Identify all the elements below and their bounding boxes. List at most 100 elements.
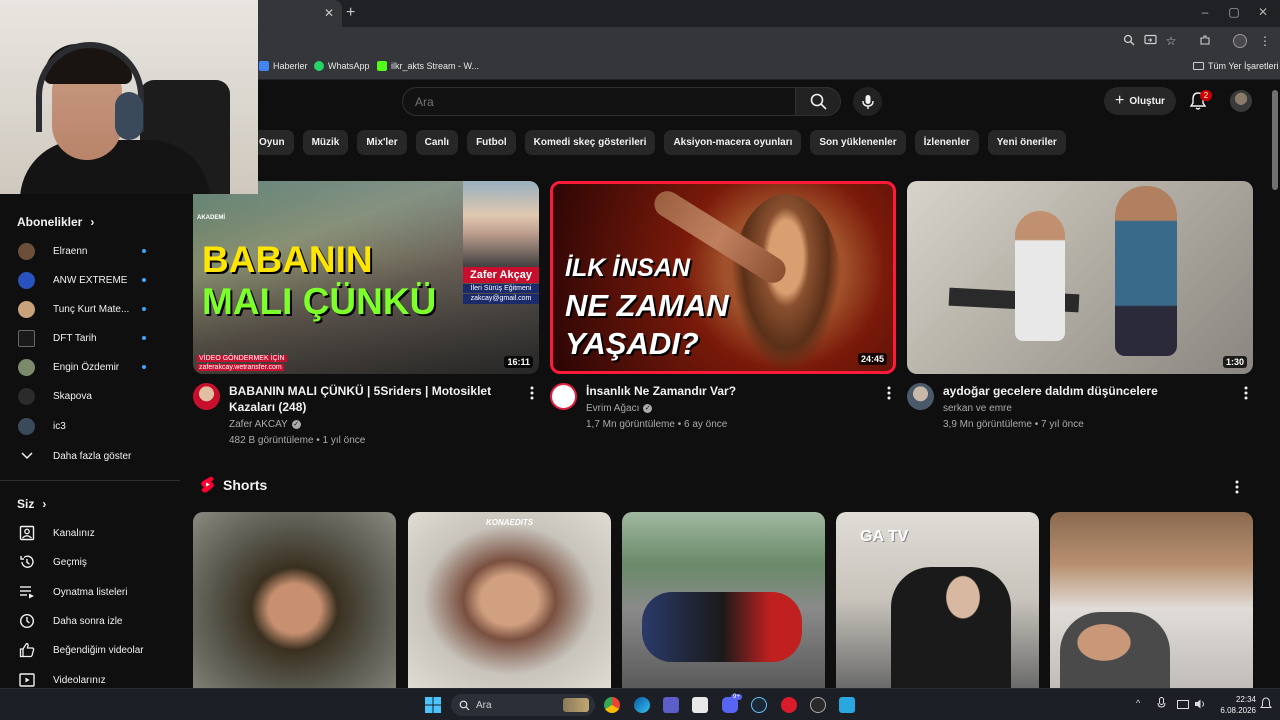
more-options-icon[interactable]	[1239, 385, 1253, 401]
video-title[interactable]: İnsanlık Ne Zamandır Var?	[586, 383, 876, 399]
search-button[interactable]	[795, 87, 841, 116]
riot-icon[interactable]	[781, 697, 797, 713]
chip-son-yuklenenler[interactable]: Son yüklenenler	[810, 130, 906, 155]
browser-menu-icon[interactable]: ⋮	[1257, 34, 1273, 48]
more-options-icon[interactable]	[525, 385, 539, 401]
channel-name[interactable]: Zafer AKCAY ✓	[229, 419, 301, 430]
app-f-icon[interactable]	[839, 697, 855, 713]
chevron-right-icon: ›	[42, 497, 47, 511]
short-card[interactable]	[622, 512, 825, 688]
sidebar-item-elraenn[interactable]: Elraenn	[0, 237, 180, 265]
bookmark-kick-stream[interactable]: ilkr_akts Stream - W...	[377, 61, 479, 71]
shorts-more-options-icon[interactable]	[1230, 479, 1244, 495]
extensions-icon[interactable]	[1197, 34, 1213, 49]
webcam-overlay	[0, 0, 258, 194]
sidebar-item-tunc-kurt[interactable]: Tunç Kurt Mate...	[0, 295, 180, 323]
system-clock[interactable]: 22:34 6.08.2026	[1212, 694, 1256, 716]
profile-icon[interactable]	[1233, 34, 1249, 48]
search-icon	[810, 93, 827, 110]
sidebar-item-engin-ozdemir[interactable]: Engin Özdemir	[0, 353, 180, 381]
bookmark-whatsapp[interactable]: WhatsApp	[314, 61, 370, 71]
search-box[interactable]	[402, 87, 796, 116]
channel-name[interactable]: serkan ve emre	[943, 403, 1012, 414]
windows-start-icon[interactable]	[425, 697, 441, 718]
video-card[interactable]: İLK İNSAN NE ZAMAN YAŞADI? 24:45 İnsanlı…	[550, 181, 896, 430]
channel-name[interactable]: Evrim Ağacı ✓	[586, 403, 653, 414]
bookmark-haberler[interactable]: Haberler	[259, 61, 308, 71]
chip-canli[interactable]: Canlı	[415, 130, 459, 155]
video-title[interactable]: BABANIN MALI ÇÜNKÜ | 5Sriders | Motosikl…	[229, 383, 519, 415]
channel-avatar[interactable]	[550, 383, 577, 410]
new-content-dot	[142, 249, 146, 253]
channel-avatar[interactable]	[193, 383, 220, 410]
snipping-tool-icon[interactable]	[692, 697, 708, 713]
sidebar-item-history[interactable]: Geçmiş	[0, 548, 180, 576]
tray-volume-icon[interactable]	[1194, 697, 1206, 715]
search-input[interactable]	[403, 88, 795, 115]
chrome-icon[interactable]	[604, 697, 620, 713]
sidebar-item-playlists[interactable]: Oynatma listeleri	[0, 578, 180, 606]
chip-futbol[interactable]: Futbol	[467, 130, 516, 155]
taskbar-search[interactable]: Ara	[451, 694, 595, 716]
notification-center-icon[interactable]	[1260, 697, 1272, 716]
minimize-icon[interactable]: –	[1196, 5, 1214, 19]
page-scrollbar[interactable]	[1270, 80, 1280, 688]
account-avatar[interactable]	[1230, 90, 1252, 112]
thumbnail-host-email: zakcay@gmail.com	[463, 294, 539, 304]
video-thumbnail[interactable]: İLK İNSAN NE ZAMAN YAŞADI? 24:45	[550, 181, 896, 374]
verified-icon: ✓	[643, 404, 653, 413]
close-window-icon[interactable]: ✕	[1254, 5, 1272, 19]
short-card[interactable]: KONAEDITS	[408, 512, 611, 688]
sidebar-item-your-channel[interactable]: Kanalınız	[0, 519, 180, 547]
sidebar-item-anw-extreme[interactable]: ANW EXTREME	[0, 266, 180, 294]
video-thumbnail[interactable]: AKADEMİ BABANIN MALI ÇÜNKÜ Zafer Akçay İ…	[193, 181, 539, 374]
short-card[interactable]	[193, 512, 396, 688]
thumbnail-caveman	[731, 194, 841, 371]
sidebar-item-watch-later[interactable]: Daha sonra izle	[0, 607, 180, 635]
chip-komedi[interactable]: Komedi skeç gösterileri	[524, 130, 656, 155]
short-card[interactable]: GA TV	[836, 512, 1039, 688]
shorts-icon	[201, 476, 214, 493]
chevron-right-icon: ›	[90, 215, 95, 229]
create-button[interactable]: + Oluştur	[1104, 87, 1176, 115]
chip-muzik[interactable]: Müzik	[302, 130, 349, 155]
maximize-icon[interactable]: ▢	[1225, 5, 1243, 19]
close-tab-icon[interactable]: ✕	[322, 6, 336, 20]
sidebar-item-ic3[interactable]: ic3	[0, 412, 180, 440]
subscriptions-header[interactable]: Abonelikler ›	[17, 215, 94, 229]
short-card[interactable]	[1050, 512, 1253, 688]
thumbnail-logo: AKADEMİ	[197, 215, 225, 221]
video-card[interactable]: AKADEMİ BABANIN MALI ÇÜNKÜ Zafer Akçay İ…	[193, 181, 539, 446]
zoom-icon[interactable]	[1121, 34, 1137, 49]
scrollbar-thumb[interactable]	[1272, 90, 1278, 190]
chip-aksiyon-macera[interactable]: Aksiyon-macera oyunları	[664, 130, 802, 155]
search-highlight-image	[563, 698, 589, 712]
tray-microphone-icon[interactable]	[1157, 697, 1166, 715]
video-title[interactable]: aydoğar gecelere daldım düşüncelere	[943, 383, 1233, 399]
channel-avatar[interactable]	[907, 383, 934, 410]
bookmark-star-icon[interactable]: ☆	[1163, 34, 1179, 48]
chip-izlenenler[interactable]: İzlenenler	[914, 130, 979, 155]
edge-icon[interactable]	[634, 697, 650, 713]
all-bookmarks-folder[interactable]: Tüm Yer İşaretleri	[1193, 61, 1279, 71]
thumbnail-host-photo	[463, 181, 539, 267]
chip-mixler[interactable]: Mix'ler	[357, 130, 407, 155]
chip-yeni-oneriler[interactable]: Yeni öneriler	[987, 130, 1066, 155]
sidebar-item-dft-tarih[interactable]: DFT Tarih	[0, 324, 180, 352]
video-thumbnail[interactable]: 1:30	[907, 181, 1253, 374]
new-tab-icon[interactable]: +	[346, 4, 362, 22]
more-options-icon[interactable]	[882, 385, 896, 401]
video-card[interactable]: 1:30 aydoğar gecelere daldım düşüncelere…	[907, 181, 1253, 430]
show-more-button[interactable]: Daha fazla göster	[0, 442, 180, 470]
sidebar-item-skapova[interactable]: Skapova	[0, 382, 180, 410]
sidebar-item-liked-videos[interactable]: Beğendiğim videolar	[0, 636, 180, 664]
video-icon	[18, 671, 36, 689]
steam-icon[interactable]	[751, 697, 767, 713]
voice-search-button[interactable]	[853, 87, 882, 116]
teams-icon[interactable]	[663, 697, 679, 713]
tray-chevron-up-icon[interactable]: ^	[1136, 698, 1140, 708]
tray-network-icon[interactable]	[1177, 698, 1189, 716]
you-section-header[interactable]: Siz ›	[17, 497, 46, 511]
cast-icon[interactable]	[1142, 34, 1158, 49]
github-icon[interactable]	[810, 697, 826, 713]
